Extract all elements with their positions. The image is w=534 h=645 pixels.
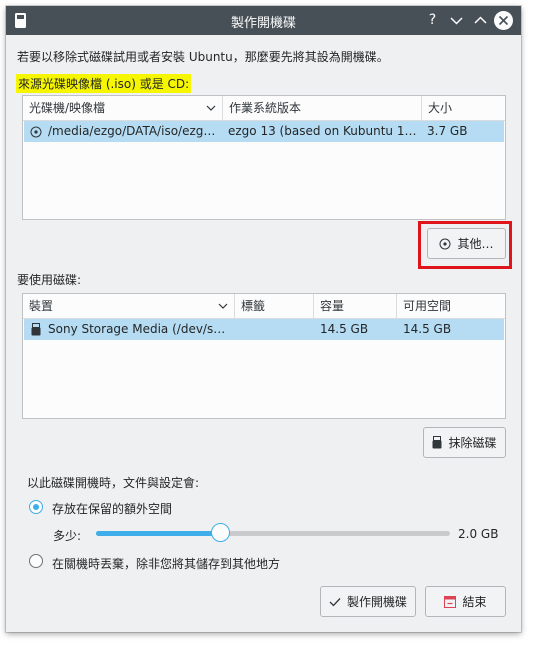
make-disk-button[interactable]: 製作開機碟 <box>320 586 416 617</box>
source-table-header: 光碟機/映像檔 作業系統版本 大小 <box>23 96 505 121</box>
row-capacity: 14.5 GB <box>320 322 369 336</box>
quit-icon <box>444 595 457 608</box>
row-device: Sony Storage Media (/dev/s… <box>48 322 226 336</box>
disk-table-header: 裝置 標籤 容量 可用空間 <box>23 294 505 319</box>
check-icon <box>329 597 341 606</box>
usb-drive-icon <box>31 323 41 336</box>
row-free-space: 14.5 GB <box>403 322 452 336</box>
make-disk-label: 製作開機碟 <box>346 595 407 609</box>
close-icon[interactable] <box>494 11 513 30</box>
window-title: 製作開機碟 <box>230 16 296 31</box>
sort-chevron-icon <box>206 105 216 111</box>
sort-chevron-icon <box>218 303 228 309</box>
erase-disk-button[interactable]: 抹除磁碟 <box>423 427 506 458</box>
intro-text: 若要以移除式磁碟試用或者安裝 Ubuntu，那麼要先將其設為開機碟。 <box>17 50 389 64</box>
table-row[interactable]: Sony Storage Media (/dev/s… 14.5 GB 14.5… <box>24 319 504 340</box>
column-header-label[interactable]: 標籤 <box>235 294 314 318</box>
row-size: 3.7 GB <box>427 124 468 138</box>
disk-table[interactable]: 裝置 標籤 容量 可用空間 Sony Storage Media (/dev/s… <box>22 293 506 419</box>
discard-radio[interactable] <box>29 554 43 568</box>
table-row[interactable]: /media/ezgo/DATA/iso/ezg… ezgo 13 (based… <box>24 121 504 142</box>
help-button[interactable]: ? <box>423 11 442 30</box>
source-table[interactable]: 光碟機/映像檔 作業系統版本 大小 /media/ezgo/DATA/iso/e… <box>22 95 506 220</box>
column-header-size[interactable]: 大小 <box>422 96 505 120</box>
dialog-window: 製作開機碟 ? 若要以移除式磁碟試用或者安裝 Ubuntu，那麼要先將其設為開機… <box>6 6 521 632</box>
quit-label: 結束 <box>462 595 487 609</box>
row-path: /media/ezgo/DATA/iso/ezg… <box>48 124 216 138</box>
persistence-label: 以此磁碟開機時，文件與設定會: <box>27 476 200 490</box>
slider-handle[interactable] <box>211 523 230 542</box>
column-header-capacity[interactable]: 容量 <box>314 294 397 318</box>
amount-slider[interactable] <box>96 531 450 536</box>
radio-checked-dot <box>33 504 39 510</box>
amount-label: 多少: <box>53 529 82 543</box>
annotation-highlight-box <box>418 221 512 269</box>
disk-label: 要使用磁碟: <box>17 273 82 287</box>
maximize-icon[interactable] <box>471 11 490 30</box>
column-header-device[interactable]: 裝置 <box>23 294 235 318</box>
minimize-icon[interactable] <box>447 11 466 30</box>
erase-disk-label: 抹除磁碟 <box>448 436 497 450</box>
amount-value: 2.0 GB <box>458 527 499 541</box>
column-header-free-space[interactable]: 可用空間 <box>397 294 505 318</box>
title-bar[interactable]: 製作開機碟 ? <box>6 6 521 35</box>
row-os-version: ezgo 13 (based on Kubuntu 1… <box>228 124 417 138</box>
quit-button[interactable]: 結束 <box>425 586 506 617</box>
discard-option-label[interactable]: 在關機時丟棄，除非您將其儲存到其他地方 <box>52 555 280 572</box>
keep-radio[interactable] <box>29 500 43 514</box>
source-label: 來源光碟映像檔 (.iso) 或是 CD: <box>16 74 192 93</box>
usb-drive-icon <box>432 436 442 449</box>
keep-option-label[interactable]: 存放在保留的額外空間 <box>52 500 172 517</box>
column-header-drive[interactable]: 光碟機/映像檔 <box>23 96 223 120</box>
disc-icon <box>30 126 42 138</box>
slider-fill <box>96 531 220 536</box>
column-header-os[interactable]: 作業系統版本 <box>223 96 422 120</box>
row-tag <box>240 319 310 340</box>
